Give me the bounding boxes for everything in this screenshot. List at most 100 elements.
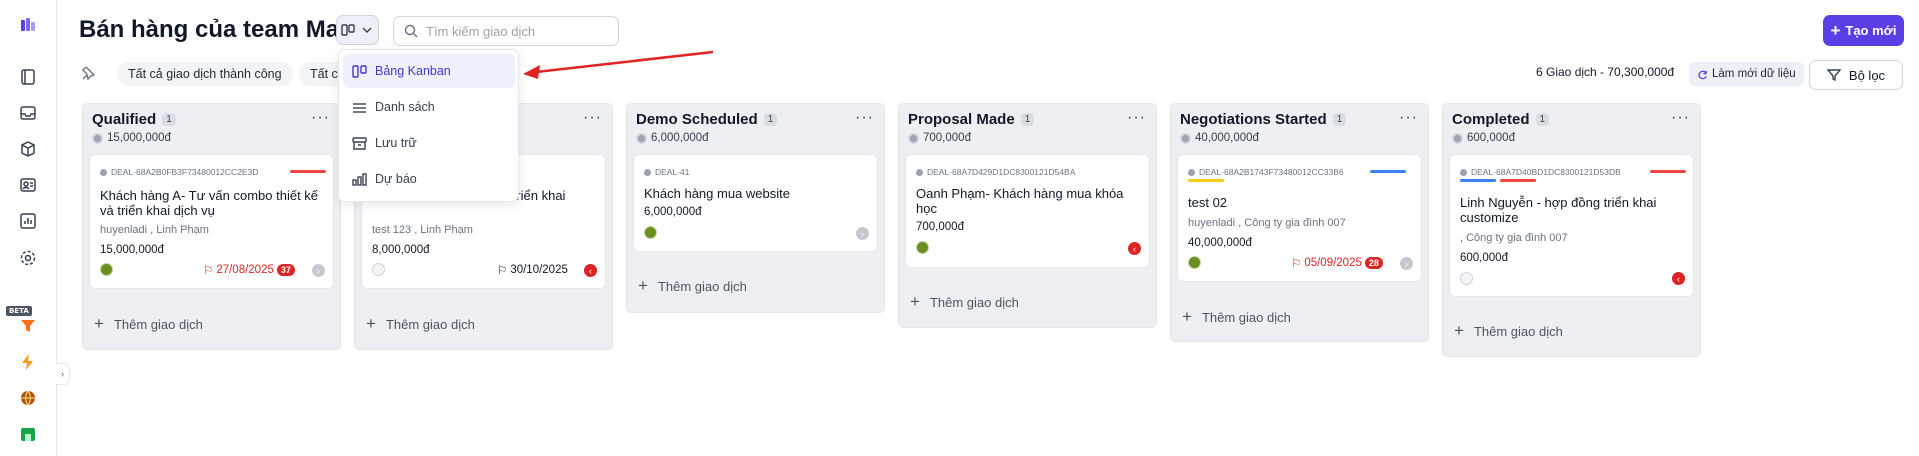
column-name: Demo Scheduled — [636, 111, 758, 128]
search-icon — [404, 24, 418, 38]
deal-title: Khách hàng mua website — [644, 186, 790, 201]
coin-icon — [908, 132, 919, 144]
flag-icon: ⚐ — [497, 265, 508, 277]
more-icon[interactable]: ··· — [1399, 109, 1418, 127]
column-total: 15,000,000đ — [107, 132, 171, 144]
column-qualified: Qualified 1 ··· 15,000,000đ DEAL-68A2B0F… — [82, 103, 341, 350]
tag-bar — [1500, 179, 1536, 182]
more-icon[interactable]: ··· — [1671, 109, 1690, 127]
add-deal-label: Thêm giao dịch — [113, 316, 203, 332]
column-completed: Completed 1 ··· 600,000đ DEAL-68A7D40BD1… — [1442, 103, 1701, 357]
deal-title: Linh Nguyễn - hợp đồng triển khai custom… — [1460, 195, 1657, 225]
add-deal-label: Thêm giao dịch — [929, 294, 1019, 310]
deal-date: 05/09/2025 — [1304, 257, 1362, 269]
column-name: Negotiations Started — [1180, 111, 1327, 128]
chevron-right-icon[interactable]: › — [856, 227, 869, 240]
more-icon[interactable]: ··· — [583, 109, 602, 127]
add-deal-button[interactable]: + Thêm giao dịch — [1182, 307, 1291, 327]
refresh-icon — [1698, 70, 1707, 79]
kanban-icon — [352, 64, 367, 78]
chevron-right-icon[interactable]: › — [312, 264, 325, 277]
plus-icon: + — [1454, 321, 1464, 340]
avatar — [1188, 256, 1201, 269]
menu-item-list[interactable]: Danh sách — [343, 90, 515, 124]
add-deal-label: Thêm giao dịch — [1473, 323, 1563, 339]
filter-button[interactable]: Bộ lọc — [1809, 60, 1903, 90]
funnel-icon[interactable] — [17, 315, 39, 337]
add-deal-button[interactable]: + Thêm giao dịch — [1454, 321, 1563, 341]
more-icon[interactable]: ··· — [1127, 109, 1146, 127]
more-icon[interactable]: ··· — [311, 109, 330, 127]
deal-people: test 123 , Linh Phạm — [372, 224, 473, 236]
plus-icon: + — [910, 292, 920, 311]
box-icon[interactable] — [17, 138, 39, 160]
sidebar-collapse-button[interactable]: › — [56, 363, 70, 385]
chevron-left-icon[interactable]: ‹ — [1672, 272, 1685, 285]
avatar — [372, 263, 385, 276]
plus-icon: + — [1830, 21, 1841, 40]
deal-people: huyenladi , Linh Phạm — [100, 224, 209, 236]
refresh-button[interactable]: Làm mới dữ liệu — [1689, 62, 1804, 86]
add-deal-button[interactable]: + Thêm giao dịch — [94, 314, 203, 334]
tag-bar — [290, 170, 326, 173]
search-input[interactable] — [426, 23, 606, 39]
column-total: 700,000đ — [923, 132, 971, 144]
book-icon[interactable] — [17, 66, 39, 88]
deal-title: Oanh Phạm- Khách hàng mua khóa học — [916, 186, 1124, 216]
pin-icon[interactable] — [79, 64, 97, 82]
add-deal-button[interactable]: + Thêm giao dịch — [638, 276, 747, 296]
lightning-icon[interactable] — [17, 351, 39, 373]
add-deal-button[interactable]: + Thêm giao dịch — [366, 314, 475, 334]
plus-icon: + — [638, 276, 648, 295]
view-dropdown-menu: Bảng Kanban Danh sách Lưu trữ Dự báo — [338, 49, 519, 202]
chevron-left-icon[interactable]: ‹ — [1128, 242, 1141, 255]
deal-amount: 6,000,000đ — [644, 206, 702, 218]
create-new-button[interactable]: + Tạo mới — [1823, 15, 1904, 46]
column-count: 1 — [1020, 113, 1035, 126]
status-dot — [1460, 168, 1467, 176]
deal-id: DEAL-68A2B1743F73480012CC33B6 — [1199, 167, 1344, 177]
menu-item-label: Lưu trữ — [375, 136, 417, 150]
more-icon[interactable]: ··· — [855, 109, 874, 127]
column-count: 1 — [763, 113, 778, 126]
avatar — [1460, 272, 1473, 285]
forecast-icon — [352, 172, 367, 186]
chevron-right-icon[interactable]: › — [1400, 257, 1413, 270]
sidebar: BETA — [0, 0, 57, 456]
store-icon[interactable] — [17, 423, 39, 445]
column-count: 1 — [162, 113, 176, 126]
logo-icon[interactable] — [17, 14, 39, 36]
menu-item-forecast[interactable]: Dự báo — [343, 162, 515, 196]
inbox-icon[interactable] — [17, 102, 39, 124]
view-toggle-button[interactable] — [336, 15, 379, 45]
deal-card[interactable]: DEAL-41 Khách hàng mua website 6,000,000… — [633, 154, 878, 252]
settings-icon[interactable] — [17, 247, 39, 269]
menu-item-label: Bảng Kanban — [375, 64, 451, 78]
deal-card[interactable]: DEAL-68A7D429D1DC8300121D54BA Oanh Phạm-… — [905, 154, 1150, 268]
contact-icon[interactable] — [17, 174, 39, 196]
deal-card[interactable]: DEAL-68A2B0FB3F73480012CC2E3D Khách hàng… — [89, 154, 334, 289]
globe-icon[interactable] — [17, 387, 39, 409]
flag-icon: ⚐ — [1291, 258, 1302, 270]
column-total: 40,000,000đ — [1195, 132, 1259, 144]
deal-card[interactable]: DEAL-68A2B1743F73480012CC33B6 test 02 hu… — [1177, 154, 1422, 282]
add-deal-label: Thêm giao dịch — [657, 278, 747, 294]
deal-card[interactable]: DEAL-68A7D40BD1DC8300121D53DB Linh Nguyễ… — [1449, 154, 1694, 297]
deal-id: DEAL-68A7D40BD1DC8300121D53DB — [1471, 167, 1621, 177]
filter-chip-success[interactable]: Tất cả giao dịch thành công — [117, 62, 293, 86]
flag-icon: ⚐ — [203, 265, 214, 277]
chevron-left-icon[interactable]: ‹ — [584, 264, 597, 277]
deal-id: DEAL-41 — [655, 167, 690, 177]
column-total: 6,000,000đ — [651, 132, 709, 144]
column-negotiations-started: Negotiations Started 1 ··· 40,000,000đ D… — [1170, 103, 1429, 342]
search-box[interactable] — [393, 16, 619, 46]
menu-item-kanban[interactable]: Bảng Kanban — [343, 54, 515, 88]
coin-icon — [1180, 132, 1191, 144]
deal-date: 30/10/2025 — [510, 264, 568, 276]
add-deal-button[interactable]: + Thêm giao dịch — [910, 292, 1019, 312]
menu-item-archive[interactable]: Lưu trữ — [343, 126, 515, 160]
tag-bar — [1188, 179, 1224, 182]
plus-icon: + — [366, 314, 376, 333]
chart-icon[interactable] — [17, 210, 39, 232]
column-total: 600,000đ — [1467, 132, 1515, 144]
